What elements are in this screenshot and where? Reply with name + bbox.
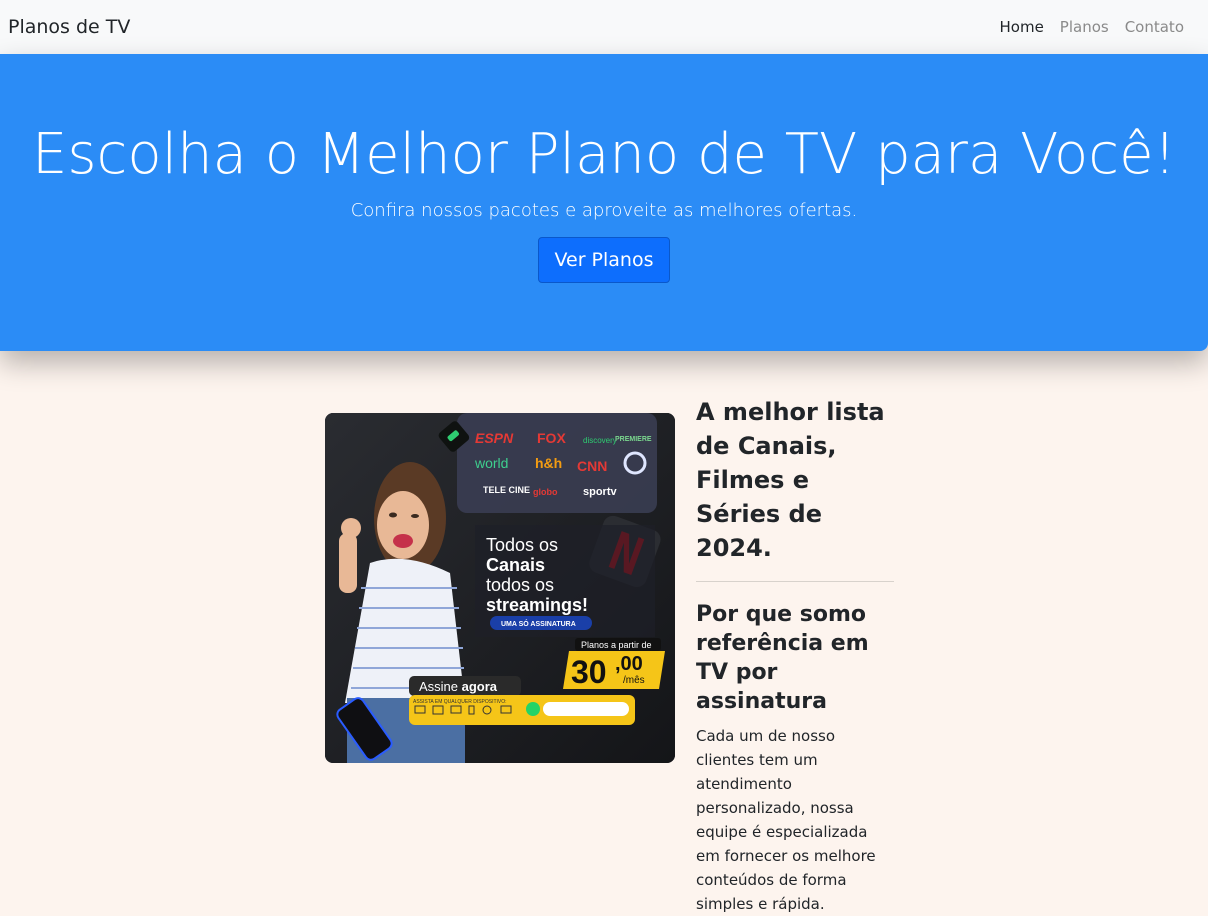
promo-headline-1: Todos os <box>486 535 558 555</box>
brand-link[interactable]: Planos de TV <box>8 16 130 38</box>
cta-text: Assine agora <box>419 679 498 694</box>
devices-label: ASSISTA EM QUALQUER DISPOSITIVO: <box>413 699 507 705</box>
whatsapp-icon <box>526 702 540 716</box>
logo-telecine: TELE CINE <box>483 485 530 495</box>
promo-image: ESPN FOX discovery PREMIERE world h&h CN… <box>325 413 675 763</box>
promo-headline-2: Canais <box>486 555 545 575</box>
logo-discovery: discovery <box>583 436 617 445</box>
price-label: Planos a partir de <box>581 640 652 650</box>
price-unit: /mês <box>623 675 645 686</box>
divider <box>696 581 894 582</box>
info-column: A melhor lista de Canais, Filmes e Série… <box>696 395 894 916</box>
logo-premiere: PREMIERE <box>615 436 652 443</box>
content-section: ESPN FOX discovery PREMIERE world h&h CN… <box>0 351 1208 913</box>
logo-world: world <box>474 455 508 471</box>
nav-links: Home Planos Contato <box>1000 18 1185 36</box>
see-plans-button[interactable]: Ver Planos <box>538 237 670 283</box>
price-cents: ,00 <box>615 653 643 675</box>
hero-title: Escolha o Melhor Plano de TV para Você! <box>32 122 1176 187</box>
main-heading: A melhor lista de Canais, Filmes e Série… <box>696 398 885 562</box>
logo-hh: h&h <box>535 455 562 471</box>
logo-sportv: sportv <box>583 486 618 498</box>
promo-graphic: ESPN FOX discovery PREMIERE world h&h CN… <box>325 413 675 763</box>
price-main: 30 <box>571 654 607 690</box>
promo-headline-3: todos os <box>486 575 554 595</box>
logo-globo: globo <box>533 487 558 497</box>
logo-fox: FOX <box>537 430 566 446</box>
nav-planos[interactable]: Planos <box>1060 18 1109 36</box>
nav-contato[interactable]: Contato <box>1125 18 1184 36</box>
description-paragraph: Cada um de nosso clientes tem um atendim… <box>696 727 876 913</box>
logo-espn: ESPN <box>475 430 514 446</box>
promo-badge: UMA SÓ ASSINATURA <box>501 619 576 628</box>
sub-heading: Por que somo referência em TV por assina… <box>696 602 869 714</box>
logo-cnn: CNN <box>577 458 607 474</box>
promo-headline-4: streamings! <box>486 595 588 615</box>
hero-section: Escolha o Melhor Plano de TV para Você! … <box>0 54 1208 351</box>
nav-home[interactable]: Home <box>1000 18 1044 36</box>
navbar: Planos de TV Home Planos Contato <box>0 0 1208 54</box>
hero-subtitle: Confira nossos pacotes e aproveite as me… <box>350 200 858 221</box>
